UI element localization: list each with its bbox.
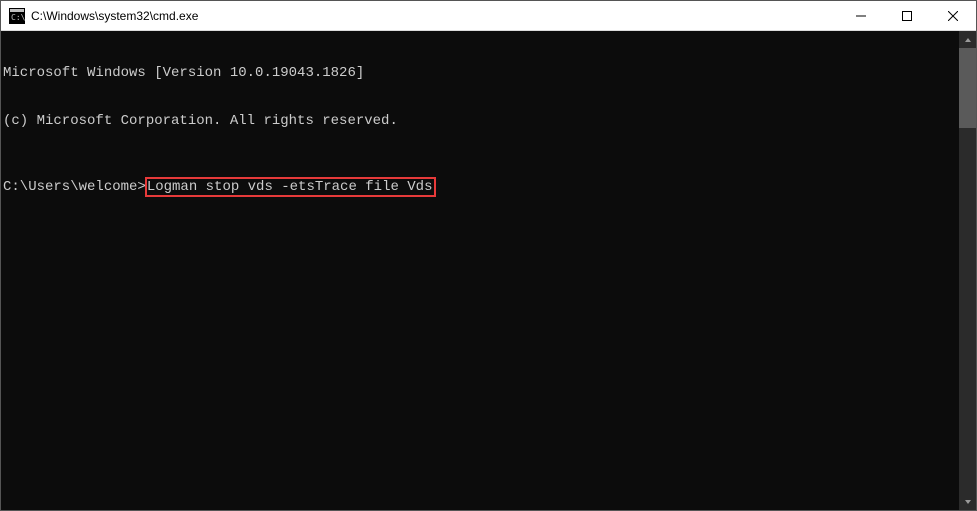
- terminal-line: Microsoft Windows [Version 10.0.19043.18…: [3, 65, 957, 81]
- maximize-button[interactable]: [884, 1, 930, 30]
- content-area: Microsoft Windows [Version 10.0.19043.18…: [1, 31, 976, 510]
- chevron-down-icon: [964, 498, 972, 506]
- prompt-line: C:\Users\welcome>Logman stop vds -etsTra…: [3, 177, 957, 197]
- scroll-up-button[interactable]: [959, 31, 976, 48]
- prompt: C:\Users\welcome>: [3, 179, 146, 195]
- scroll-down-button[interactable]: [959, 493, 976, 510]
- cmd-window: C:\ C:\Windows\system32\cmd.exe: [0, 0, 977, 511]
- window-controls: [838, 1, 976, 30]
- terminal-line: (c) Microsoft Corporation. All rights re…: [3, 113, 957, 129]
- window-title: C:\Windows\system32\cmd.exe: [31, 9, 838, 23]
- maximize-icon: [902, 11, 912, 21]
- svg-text:C:\: C:\: [11, 13, 25, 22]
- scrollbar-thumb[interactable]: [959, 48, 976, 128]
- close-icon: [948, 11, 958, 21]
- minimize-icon: [856, 11, 866, 21]
- command-highlight: Logman stop vds -etsTrace file Vds: [145, 177, 437, 197]
- close-button[interactable]: [930, 1, 976, 30]
- minimize-button[interactable]: [838, 1, 884, 30]
- cmd-icon: C:\: [9, 8, 25, 24]
- titlebar[interactable]: C:\ C:\Windows\system32\cmd.exe: [1, 1, 976, 31]
- chevron-up-icon: [964, 36, 972, 44]
- vertical-scrollbar[interactable]: [959, 31, 976, 510]
- terminal[interactable]: Microsoft Windows [Version 10.0.19043.18…: [1, 31, 959, 510]
